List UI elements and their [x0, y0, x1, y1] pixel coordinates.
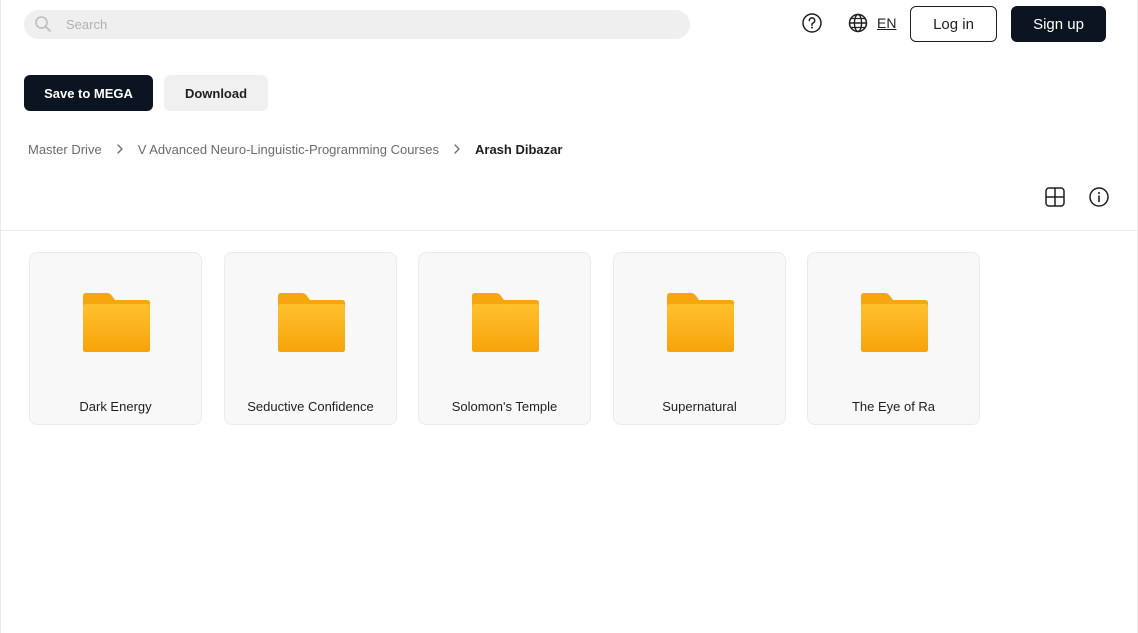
language-selector[interactable]: EN — [847, 12, 896, 34]
help-icon[interactable] — [801, 12, 823, 34]
folder-card[interactable]: Dark Energy — [29, 252, 202, 425]
login-button[interactable]: Log in — [910, 6, 997, 42]
folder-name: Dark Energy — [79, 399, 152, 414]
signup-button[interactable]: Sign up — [1011, 6, 1106, 42]
search-input[interactable] — [66, 10, 666, 39]
chevron-right-icon — [454, 144, 460, 154]
folder-card[interactable]: The Eye of Ra — [807, 252, 980, 425]
folder-card[interactable]: Solomon's Temple — [418, 252, 591, 425]
grid-view-icon[interactable] — [1044, 186, 1066, 208]
folder-icon — [83, 293, 150, 352]
breadcrumb-item-master-drive[interactable]: Master Drive — [28, 142, 102, 157]
folder-name: The Eye of Ra — [851, 399, 936, 414]
folder-icon — [278, 293, 345, 352]
breadcrumb: Master Drive V Advanced Neuro-Linguistic… — [28, 140, 562, 158]
search-bar[interactable] — [24, 10, 690, 39]
language-label[interactable]: EN — [877, 15, 896, 31]
folder-card[interactable]: Supernatural — [613, 252, 786, 425]
breadcrumb-item-nlp-courses[interactable]: V Advanced Neuro-Linguistic-Programming … — [138, 142, 439, 157]
folder-icon — [472, 293, 539, 352]
chevron-right-icon — [117, 144, 123, 154]
download-button[interactable]: Download — [164, 75, 268, 111]
globe-icon — [848, 13, 868, 33]
folder-name: Solomon's Temple — [451, 399, 558, 414]
info-icon[interactable] — [1088, 186, 1110, 208]
folder-card[interactable]: Seductive Confidence — [224, 252, 397, 425]
save-to-mega-button[interactable]: Save to MEGA — [24, 75, 153, 111]
folder-name: Seductive Confidence — [247, 399, 374, 414]
folder-name: Supernatural — [662, 399, 737, 414]
search-icon — [35, 16, 51, 32]
folder-icon — [667, 293, 734, 352]
folder-icon — [861, 293, 928, 352]
divider — [0, 230, 1138, 231]
breadcrumb-current: Arash Dibazar — [475, 141, 563, 157]
